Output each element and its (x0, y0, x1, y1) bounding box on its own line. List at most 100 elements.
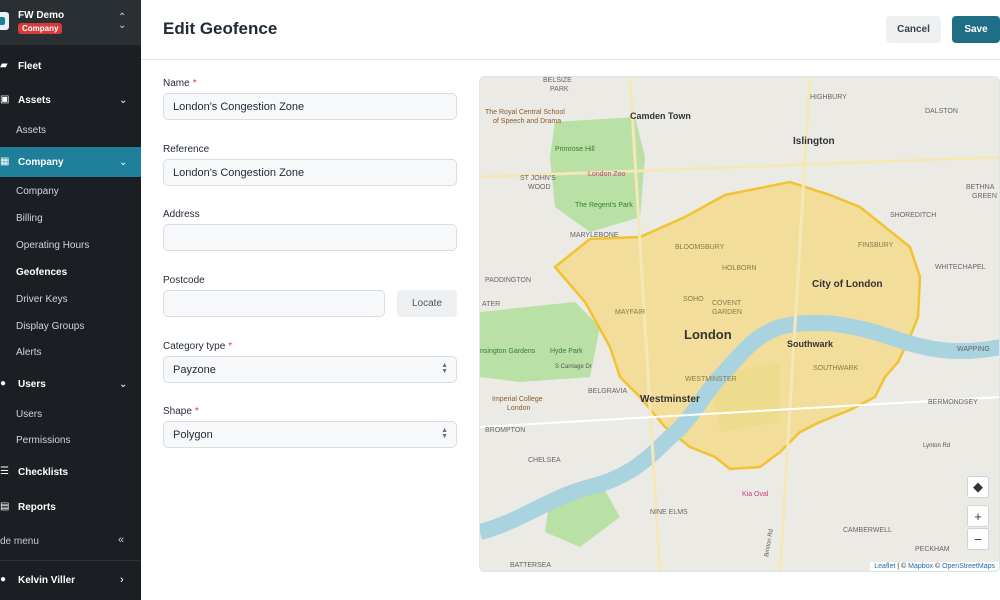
map-label-city: City of London (812, 279, 883, 290)
map-label-ater: ATER (482, 301, 500, 308)
chevron-updown-icon: ⌃ ⌄ (118, 12, 127, 31)
required-mark: * (228, 341, 233, 352)
map-label-primrose: Primrose Hill (555, 146, 595, 153)
zoom-in-button[interactable]: + (967, 505, 989, 527)
mapbox-link[interactable]: Mapbox (908, 563, 933, 570)
zoom-out-button[interactable]: − (967, 528, 989, 550)
nav-fleet[interactable]: ▰ Fleet (0, 51, 141, 81)
select-arrows-icon: ▲ ▼ (441, 362, 448, 375)
geofence-map[interactable]: Camden Town Islington London City of Lon… (479, 76, 1000, 572)
locate-button[interactable]: Locate (397, 290, 457, 317)
sidebar-item-company[interactable]: Company (16, 186, 59, 197)
building-icon: ▦ (0, 156, 10, 167)
map-label-bloomsbury: BLOOMSBURY (675, 244, 725, 251)
save-button[interactable]: Save (952, 16, 1000, 43)
map-label-kia-oval: Kia Oval (742, 491, 769, 498)
box-icon: ▣ (0, 94, 10, 105)
map-label-brixton: Brixton Rd (764, 529, 775, 558)
map-label-battersea: BATTERSEA (510, 562, 551, 569)
nav-users[interactable]: ● Users ⌄ (0, 369, 141, 399)
page-title: Edit Geofence (163, 19, 278, 38)
nav-reports[interactable]: ▤ Reports (0, 492, 141, 522)
map-label-imperial2: London (507, 405, 530, 412)
chevron-down-icon: ⌄ (119, 156, 128, 168)
nav-checklists[interactable]: ☰ Checklists (0, 457, 141, 487)
collapse-icon[interactable]: « (118, 534, 124, 546)
user-menu[interactable]: ● Kelvin Viller › (0, 560, 141, 600)
chevron-down-icon: ⌄ (119, 94, 128, 106)
sidebar-item-billing[interactable]: Billing (16, 213, 43, 224)
name-field[interactable]: London's Congestion Zone (163, 93, 457, 120)
address-label: Address (163, 209, 200, 220)
map-label-lynton: Lynton Rd (923, 443, 950, 449)
page-header: Edit Geofence Cancel Save (141, 0, 1000, 60)
sidebar-item-driver-keys[interactable]: Driver Keys (16, 294, 68, 305)
sidebar-item-alerts[interactable]: Alerts (16, 347, 42, 358)
cancel-button[interactable]: Cancel (886, 16, 941, 43)
map-label-dalston: DALSTON (925, 108, 958, 115)
map-canvas[interactable]: Camden Town Islington London City of Lon… (480, 77, 1000, 572)
map-label-bethnal: BETHNA (966, 184, 995, 191)
map-label-camden: Camden Town (630, 111, 691, 121)
nav-assets-label: Assets (18, 94, 51, 106)
nav-users-label: Users (18, 378, 46, 390)
sidebar-item-display-groups[interactable]: Display Groups (16, 321, 84, 332)
map-label-wood: WOOD (528, 184, 551, 191)
required-mark: * (192, 78, 197, 89)
layers-icon[interactable]: ◆ (967, 476, 989, 498)
map-label-regents-park: The Regent's Park (575, 202, 633, 209)
category-label: Category type * (163, 341, 232, 352)
map-label-mayfair: MAYFAIR (615, 309, 645, 316)
map-label-belgravia: BELGRAVIA (588, 388, 627, 395)
user-icon: ● (0, 574, 7, 585)
truck-icon: ▰ (0, 60, 8, 71)
map-label-imperial: Imperial College (492, 396, 543, 403)
hide-menu-label[interactable]: de menu (0, 536, 39, 547)
chevron-right-icon: › (120, 574, 124, 586)
sidebar-item-assets[interactable]: Assets (16, 125, 46, 136)
report-icon: ▤ (0, 501, 10, 512)
name-label-text: Name (163, 78, 190, 89)
hyde-park (480, 302, 600, 382)
map-label-peckham: PECKHAM (915, 546, 950, 553)
sidebar-item-operating-hours[interactable]: Operating Hours (16, 240, 89, 251)
map-label-westminster: Westminster (640, 394, 700, 405)
map-label-southwark: Southwark (787, 339, 834, 349)
chevron-down-icon: ⌄ (119, 378, 128, 390)
sidebar-item-geofences[interactable]: Geofences (16, 267, 67, 278)
map-label-camberwell: CAMBERWELL (843, 527, 892, 534)
category-select[interactable]: Payzone ▲ ▼ (163, 356, 457, 383)
map-label-finsbury: FINSBURY (858, 242, 894, 249)
sidebar-item-permissions[interactable]: Permissions (16, 435, 70, 446)
map-label-highbury: HIGHBURY (810, 94, 847, 101)
shape-select[interactable]: Polygon ▲ ▼ (163, 421, 457, 448)
map-label-paddington: PADDINGTON (485, 277, 531, 284)
org-switcher[interactable]: FW Demo Company ⌃ ⌄ (0, 0, 141, 45)
map-label-brompton: BROMPTON (485, 427, 525, 434)
map-label-belsize: BELSIZE (543, 77, 572, 84)
map-label-st-johns: ST JOHN'S (520, 175, 556, 182)
sidebar-item-users[interactable]: Users (16, 409, 42, 420)
users-icon: ● (0, 378, 7, 389)
map-label-london: London (684, 327, 732, 342)
map-label-shoreditch: SHOREDITCH (890, 212, 936, 219)
name-value: London's Congestion Zone (173, 100, 305, 113)
map-label-nine-elms: NINE ELMS (650, 509, 688, 516)
org-name: FW Demo (18, 10, 65, 21)
nav-company[interactable]: ▦ Company ⌄ (0, 147, 141, 177)
nav-checklists-label: Checklists (18, 466, 69, 478)
category-label-text: Category type (163, 341, 226, 352)
osm-link[interactable]: OpenStreetMaps (942, 563, 995, 570)
map-label-marylebone: MARYLEBONE (570, 232, 619, 239)
nav-assets[interactable]: ▣ Assets ⌄ (0, 85, 141, 115)
map-label-westminster-small: WESTMINSTER (685, 376, 737, 383)
user-name: Kelvin Viller (18, 575, 76, 586)
leaflet-link[interactable]: Leaflet (874, 563, 895, 570)
reference-field[interactable]: London's Congestion Zone (163, 159, 457, 186)
address-field[interactable] (163, 224, 457, 251)
map-label-zoo: London Zoo (588, 171, 625, 178)
postcode-field[interactable] (163, 290, 385, 317)
reference-value: London's Congestion Zone (173, 166, 305, 179)
nav-reports-label: Reports (18, 501, 56, 513)
nav-company-label: Company (18, 156, 64, 168)
